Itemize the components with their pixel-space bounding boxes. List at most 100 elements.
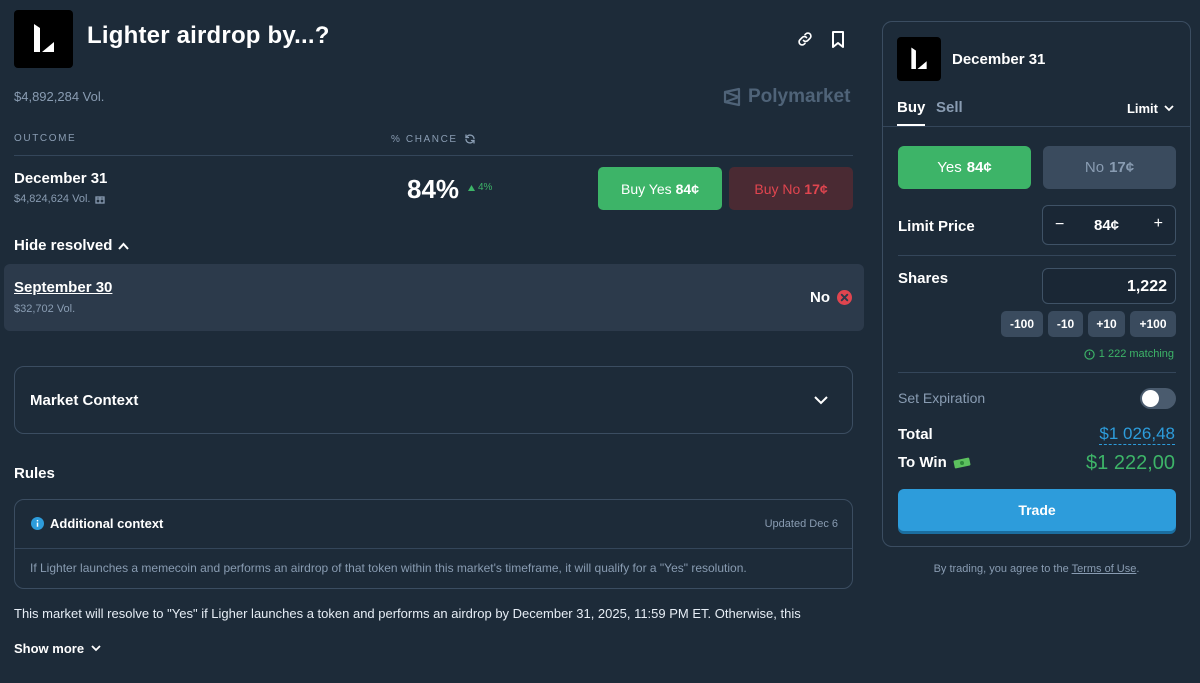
additional-context-updated: Updated Dec 6 <box>764 518 838 530</box>
market-context-title: Market Context <box>30 392 139 409</box>
resolved-outcome-row[interactable]: September 30 $32,702 Vol. No <box>4 264 864 331</box>
order-type-dropdown[interactable]: Limit <box>1127 101 1174 116</box>
hide-resolved-toggle[interactable]: Hide resolved <box>14 237 130 254</box>
additional-context-divider <box>15 548 852 549</box>
chance-header-label: % CHANCE <box>391 133 458 145</box>
info-icon <box>31 517 44 530</box>
terms-prefix: By trading, you agree to the <box>933 563 1069 575</box>
market-context-card[interactable]: Market Context <box>14 366 853 434</box>
outcome-volume-text: $4,824,624 Vol. <box>14 193 91 205</box>
refresh-icon[interactable] <box>464 133 476 145</box>
chevron-down-icon <box>91 645 101 652</box>
resolved-result-label: No <box>810 289 830 306</box>
no-label: No <box>1084 159 1105 176</box>
buy-yes-label: Buy Yes <box>621 180 672 197</box>
shares-input[interactable]: 1,222 <box>1042 268 1176 304</box>
buy-yes-button[interactable]: Buy Yes 84¢ <box>598 167 722 210</box>
matching-status: 1 222 matching <box>1084 348 1174 360</box>
outcome-no-toggle[interactable]: No 17¢ <box>1043 146 1176 189</box>
tab-buy-label: Buy <box>897 99 926 116</box>
money-icon <box>953 457 971 469</box>
outcome-yes-toggle[interactable]: Yes 84¢ <box>898 146 1031 189</box>
additional-context-header: Additional context <box>31 516 163 531</box>
shares-value: 1,222 <box>1126 278 1167 295</box>
x-circle-icon <box>837 290 852 305</box>
lighter-logo-icon <box>33 24 54 52</box>
yes-price: 84¢ <box>966 159 992 176</box>
outcome-chance: 84% <box>407 174 460 204</box>
shares-divider <box>898 372 1176 373</box>
outcome-row[interactable]: December 31 $4,824,624 Vol. 84% 4% Buy Y… <box>14 167 853 212</box>
to-win-label: To Win <box>898 454 947 471</box>
resolved-outcome-name[interactable]: September 30 <box>14 279 112 296</box>
yes-label: Yes <box>937 159 962 176</box>
lighter-logo-icon <box>911 47 927 69</box>
to-win-value: $1 222,00 <box>1086 452 1175 474</box>
limit-price-decrement[interactable]: − <box>1055 216 1064 234</box>
additional-context-card: Additional context Updated Dec 6 If Ligh… <box>14 499 853 589</box>
additional-context-title: Additional context <box>50 516 164 531</box>
order-type-label: Limit <box>1126 101 1158 116</box>
limit-price-divider <box>898 255 1176 256</box>
buy-yes-price: 84¢ <box>675 180 699 197</box>
hide-resolved-label: Hide resolved <box>14 237 113 254</box>
show-more-label: Show more <box>14 641 85 656</box>
buy-no-label: Buy No <box>754 180 801 197</box>
shares-minus-10-button[interactable]: -10 <box>1048 311 1083 337</box>
buy-no-button[interactable]: Buy No 17¢ <box>729 167 853 210</box>
set-expiration-label: Set Expiration <box>898 390 986 406</box>
limit-price-value[interactable]: 84¢ <box>1094 217 1119 234</box>
outcome-volume: $4,824,624 Vol. <box>14 193 106 205</box>
chevron-down-icon <box>814 396 828 405</box>
resolved-outcome-volume: $32,702 Vol. <box>14 303 76 315</box>
gift-icon <box>95 194 106 204</box>
outcome-change: 4% <box>468 182 492 193</box>
tab-sell[interactable]: Sell <box>936 99 963 116</box>
outcome-change-value: 4% <box>478 182 493 193</box>
additional-context-body: If Lighter launches a memecoin and perfo… <box>30 561 747 575</box>
chevron-down-icon <box>1164 105 1174 112</box>
resolved-outcome-result: No <box>810 289 852 306</box>
trade-panel: December 31 Buy Sell Limit Yes 84¢ No 17… <box>882 21 1191 547</box>
market-logo <box>14 10 73 68</box>
buy-no-price: 17¢ <box>804 180 828 197</box>
chevron-up-icon <box>118 242 130 250</box>
terms-of-use-link[interactable]: Terms of Use <box>1072 563 1137 575</box>
limit-price-stepper[interactable]: − 84¢ + <box>1042 205 1176 245</box>
to-win-label-group: To Win <box>898 454 971 471</box>
no-price: 17¢ <box>1109 159 1135 176</box>
polymarket-logo-icon <box>722 87 742 107</box>
bookmark-icon[interactable] <box>830 30 846 48</box>
rules-description: This market will resolve to "Yes" if Lig… <box>14 606 801 621</box>
trade-panel-outcome-title: December 31 <box>952 51 1046 68</box>
column-header-outcome: OUTCOME <box>14 133 77 144</box>
shares-minus-100-button[interactable]: -100 <box>1001 311 1043 337</box>
total-value[interactable]: $1 026,48 <box>1099 424 1175 445</box>
polymarket-brand[interactable]: Polymarket <box>722 86 850 108</box>
shares-plus-100-button[interactable]: +100 <box>1130 311 1176 337</box>
toggle-knob <box>1142 390 1159 407</box>
trade-panel-logo <box>897 37 941 81</box>
matching-text: 1 222 matching <box>1098 348 1174 360</box>
show-more-button[interactable]: Show more <box>14 641 101 656</box>
link-icon[interactable] <box>796 30 814 48</box>
limit-price-increment[interactable]: + <box>1154 215 1163 233</box>
table-divider <box>14 155 853 156</box>
brand-name: Polymarket <box>748 86 851 107</box>
rules-heading: Rules <box>14 465 55 482</box>
total-label: Total <box>898 426 933 443</box>
tab-buy[interactable]: Buy <box>897 99 926 126</box>
shares-plus-10-button[interactable]: +10 <box>1088 311 1125 337</box>
tabs-divider <box>883 126 1190 127</box>
market-title: Lighter airdrop by...? <box>87 22 330 49</box>
triangle-up-icon <box>468 184 475 191</box>
check-circle-icon <box>1084 348 1095 360</box>
trade-button-label: Trade <box>1018 502 1056 518</box>
shares-label: Shares <box>898 270 949 287</box>
column-header-chance: % CHANCE <box>391 133 476 145</box>
outcome-name: December 31 <box>14 170 108 187</box>
terms-suffix: . <box>1136 563 1140 575</box>
market-volume: $4,892,284 Vol. <box>14 89 105 104</box>
set-expiration-toggle[interactable] <box>1140 388 1176 409</box>
trade-button[interactable]: Trade <box>898 489 1176 531</box>
